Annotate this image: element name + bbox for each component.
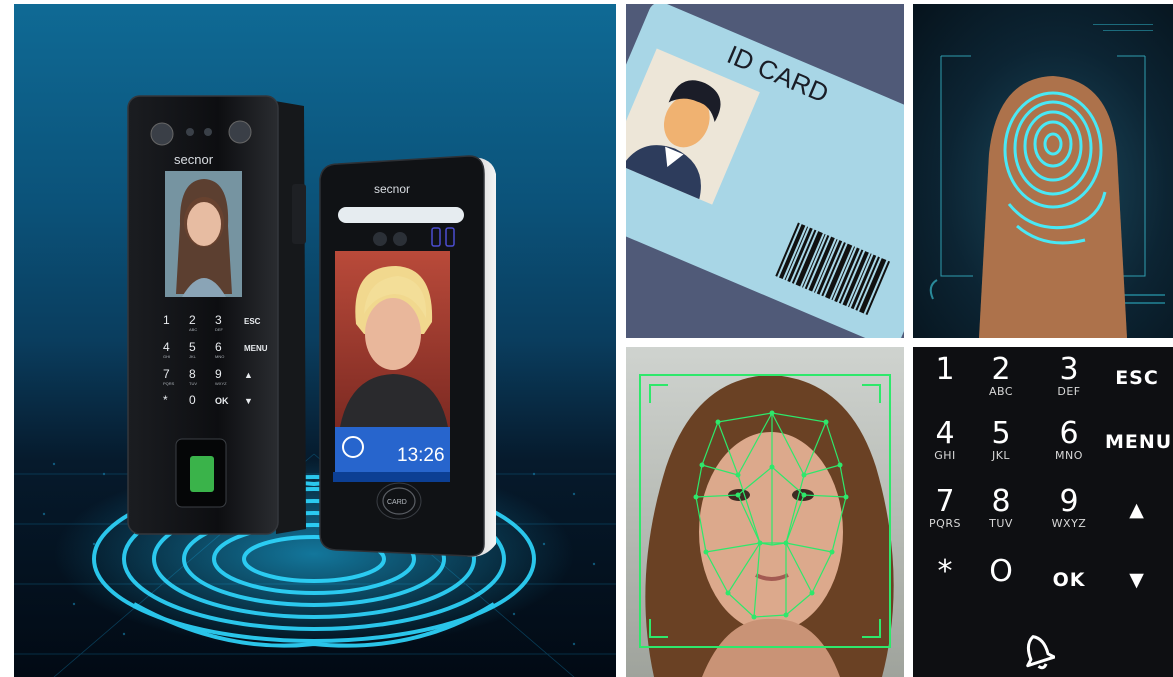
keypad-key: ▲ [1105,487,1169,521]
device1-key: * [163,393,168,407]
device1-key: 5 [189,340,196,354]
keypad-key-digit: 6 [1059,416,1079,451]
bell-icon [1026,635,1055,670]
keypad-key-digit: 9 [1059,484,1079,519]
fingerprint-scene [929,24,1165,338]
hero-scene: secnor 1 2ABC 3DEF ESC 4GHI 5JKL 6MNO MENU 7PQRS… [14,95,616,677]
fingerprint-scan-photo [913,4,1173,338]
keypad-key-label: ESC [1115,367,1159,389]
keypad-key-label: OK [1052,569,1086,591]
device1-key: 9 [215,367,222,381]
keypad-key: 5 JKL [969,416,1033,463]
device1-key: ▼ [244,396,253,406]
device1-key: 2 [189,313,196,327]
keypad-closeup-photo: 1 2 ABC 3 DEF ESC 4 GHI 5 JKL 6 MNO MENU 7 PQRS 8 TUV 9 WX… [913,347,1173,677]
device1-key-letters: DEF [215,327,224,332]
keypad-key-letters: WXYZ [1051,517,1087,530]
keypad-key: OK [1037,557,1101,591]
keypad-key-label: ▼ [1129,569,1145,591]
keypad-key: 2 ABC [969,352,1033,399]
keypad-key-letters: ABC [988,385,1014,398]
device2-card-label: CARD [387,499,407,506]
keypad-key-digit: 2 [991,352,1011,387]
keypad-key-digit: 8 [991,484,1011,519]
keypad-key: 7 PQRS [913,484,977,531]
device1-key: 3 [215,313,222,327]
device1-key: ESC [244,317,261,326]
device1-key-letters: ABC [189,327,197,332]
id-card-scene: ID CARD [626,4,904,338]
device1-key-letters: PQRS [163,381,175,386]
keypad-key: 9 WXYZ [1037,484,1101,531]
face [699,432,843,632]
keypad-key-letters: JKL [991,449,1011,462]
device1-key: 8 [189,367,196,381]
device1-key: MENU [244,344,268,353]
device1-key: 4 [163,340,170,354]
device1-key: ▲ [244,370,253,380]
device1-key: 1 [163,313,170,327]
device1-key-letters: JKL [189,354,197,359]
keypad-key-letters: MNO [1055,449,1083,462]
keypad-key-digit: * [937,554,953,589]
keypad-key-letters: DEF [1057,385,1081,398]
keypad-key: MENU [1105,419,1173,453]
keypad-key: O [969,557,1033,587]
hero-product-photo: secnor 1 2 ABC 3 DEF ESC 4 GHI 5 JKL 6 MNO MENU 7 PQRS… [14,4,616,677]
device1-key-letters: TUV [189,381,197,386]
keypad-key-digit: O [989,554,1013,589]
keypad-key: ESC [1105,355,1169,389]
device1-key-letters: GHI [163,354,170,359]
device1-key-letters: MNO [215,354,224,359]
terminal-face-device [319,155,496,557]
device1-key: 0 [189,393,196,407]
device1-key: 6 [215,340,222,354]
keypad-key: ▼ [1105,557,1169,591]
keypad-key: 4 GHI [913,416,977,463]
keypad-key-digit: 3 [1059,352,1079,387]
keypad-key-digit: 1 [935,352,955,387]
device2-brand-label: secnor [374,182,410,196]
keypad-key: * [913,557,977,587]
keypad-key: 3 DEF [1037,352,1101,399]
device2-clock: 13:26 [397,445,445,466]
keypad-key-label: ▲ [1129,499,1145,521]
device1-key-letters: WXYZ [215,381,227,386]
keypad-key-label: MENU [1105,431,1173,453]
keypad-key: 6 MNO [1037,416,1101,463]
keypad-key-letters: TUV [989,517,1013,530]
keypad-key: 1 [913,355,977,385]
id-card-photo: ID CARD [626,4,904,338]
keypad-key: 8 TUV [969,484,1033,531]
face-recognition-scene [639,374,894,677]
keypad-key-digit: 4 [935,416,955,451]
keypad-key-digit: 7 [935,484,955,519]
face-recognition-photo [626,347,904,677]
device1-key: 7 [163,367,170,381]
keypad-key-letters: PQRS [929,517,961,530]
device1-brand-label: secnor [174,152,214,167]
keypad-key-digit: 5 [991,416,1011,451]
device1-key: OK [215,396,229,406]
keypad-key-letters: GHI [934,449,956,462]
